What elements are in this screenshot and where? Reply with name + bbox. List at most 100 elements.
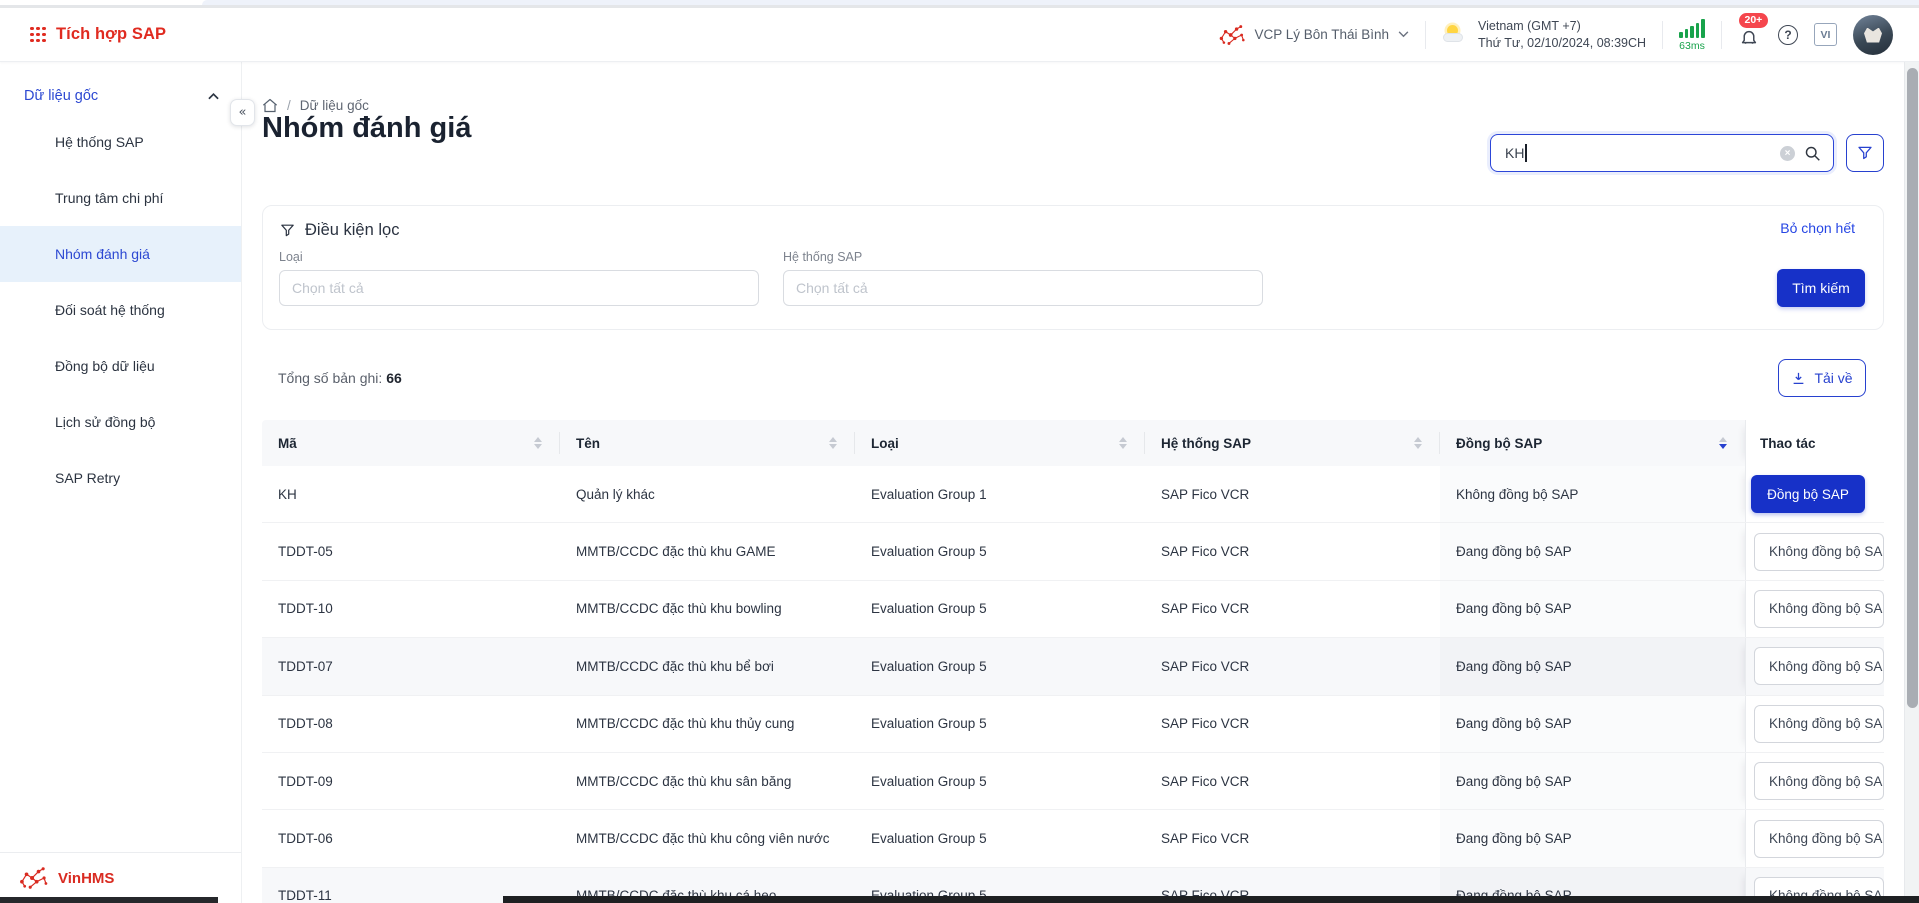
filter-field-he-thong-sap: Hệ thống SAP Chọn tất cả [783,250,1263,306]
signal-bars-icon [1679,18,1705,38]
cell-ma: TDDT-08 [262,696,560,752]
filter-panel: Điều kiện lọc Bỏ chọn hết Loại Chọn tất … [262,205,1884,330]
sidebar-footer: VinHMS [0,852,241,903]
sort-icon[interactable] [534,437,542,450]
sort-icon[interactable] [1119,437,1127,450]
no-sync-sap-button[interactable]: Không đồng bộ SAP [1754,647,1884,685]
sidebar-item-nhom-danh-gia[interactable]: Nhóm đánh giá [0,226,241,282]
filter-toggle-button[interactable] [1846,134,1884,172]
locale-block: Vietnam (GMT +7) Thứ Tư, 02/10/2024, 08:… [1442,18,1646,52]
column-header-ten[interactable]: Tên [560,420,855,466]
cell-ma: TDDT-09 [262,753,560,809]
table-row: TDDT-09MMTB/CCDC đặc thù khu sân băngEva… [262,753,1884,810]
timezone-label: Vietnam (GMT +7) [1478,18,1646,35]
cell-thao-tac: Không đồng bộ SAP [1745,581,1884,637]
datetime-label: Thứ Tư, 02/10/2024, 08:39CH [1478,35,1646,52]
user-avatar[interactable] [1853,15,1893,55]
horizontal-scrollbar-thumb[interactable] [503,896,1919,903]
no-sync-sap-button[interactable]: Không đồng bộ SAP [1754,820,1884,858]
cell-ma: TDDT-06 [262,810,560,866]
loai-select[interactable]: Chọn tất cả [279,270,759,306]
table-row: TDDT-07MMTB/CCDC đặc thù khu bể bơiEvalu… [262,638,1884,695]
submit-search-button[interactable]: Tìm kiếm [1777,269,1865,307]
no-sync-sap-button[interactable]: Không đồng bộ SAP [1754,533,1884,571]
cell-ten: MMTB/CCDC đặc thù khu bowling [560,581,855,637]
sidebar-group-du-lieu-goc[interactable]: Dữ liệu gốc [0,62,241,114]
cell-loai: Evaluation Group 5 [855,753,1145,809]
clear-search-icon[interactable]: × [1780,146,1795,161]
cell-ten: MMTB/CCDC đặc thù khu GAME [560,523,855,579]
column-header-dong-bo-sap[interactable]: Đồng bộ SAP [1440,420,1745,466]
cell-dong-bo-sap: Đang đồng bộ SAP [1440,581,1745,637]
cell-dong-bo-sap: Đang đồng bộ SAP [1440,753,1745,809]
help-button[interactable]: ? [1778,25,1798,45]
sidebar-collapse-button[interactable]: « [230,99,255,126]
cell-ma: TDDT-10 [262,581,560,637]
total-records-value: 66 [386,370,402,386]
text-caret [1525,144,1526,162]
header-divider [1721,21,1722,49]
field-label: Hệ thống SAP [783,250,1263,264]
sidebar-item-dong-bo-du-lieu[interactable]: Đồng bộ dữ liệu [0,338,241,394]
search-input[interactable]: KH × [1490,134,1834,172]
main-content: / Dữ liệu gốc Nhóm đánh giá KH × [242,62,1904,903]
avatar-image [1864,28,1882,43]
select-placeholder: Chọn tất cả [796,280,868,296]
cell-he-thong-sap: SAP Fico VCR [1145,753,1440,809]
sidebar-item-lich-su-dong-bo[interactable]: Lịch sử đồng bộ [0,394,241,450]
sync-sap-button[interactable]: Đồng bộ SAP [1751,475,1865,513]
vinhms-brand-label: VinHMS [58,870,114,887]
column-header-he-thong-sap[interactable]: Hệ thống SAP [1145,420,1440,466]
latency-value: 63ms [1679,40,1705,52]
sidebar-item-doi-soat-he-thong[interactable]: Đối soát hệ thống [0,282,241,338]
page-title: Nhóm đánh giá [262,112,471,145]
table-row: TDDT-08MMTB/CCDC đặc thù khu thủy cungEv… [262,696,1884,753]
column-header-thao-tac: Thao tác [1745,420,1884,466]
sort-icon[interactable] [1414,437,1422,450]
clear-all-link[interactable]: Bỏ chọn hết [1780,220,1855,236]
cell-he-thong-sap: SAP Fico VCR [1145,638,1440,694]
column-header-loai[interactable]: Loại [855,420,1145,466]
total-records-label: Tổng số bản ghi: 66 [278,370,402,386]
header-divider [1662,21,1663,49]
no-sync-sap-button[interactable]: Không đồng bộ SAP [1754,762,1884,800]
help-glyph: ? [1784,28,1791,42]
no-sync-sap-button[interactable]: Không đồng bộ SAP [1754,705,1884,743]
screen: Tích hợp SAP VCP Lý Bôn Thái Bình [0,0,1919,903]
sort-icon-desc-active[interactable] [1719,437,1727,450]
vertical-scrollbar[interactable] [1904,62,1919,903]
download-button[interactable]: Tải về [1778,359,1866,397]
filter-field-loai: Loại Chọn tất cả [279,250,759,306]
cell-ma: TDDT-07 [262,638,560,694]
org-name: VCP Lý Bôn Thái Bình [1254,27,1389,42]
sidebar-item-sap-retry[interactable]: SAP Retry [0,450,241,506]
notification-badge: 20+ [1739,13,1768,29]
sidebar-item-trung-tam-chi-phi[interactable]: Trung tâm chi phí [0,170,241,226]
sidebar-item-he-thong-sap[interactable]: Hệ thống SAP [0,114,241,170]
app-logo[interactable]: Tích hợp SAP [30,25,166,44]
cell-thao-tac: Không đồng bộ SAP [1745,696,1884,752]
notifications-button[interactable]: 20+ [1738,22,1762,48]
cell-dong-bo-sap: Đang đồng bộ SAP [1440,810,1745,866]
org-selector[interactable]: VCP Lý Bôn Thái Bình [1218,24,1409,46]
search-icon[interactable] [1804,145,1821,162]
field-label: Loại [279,250,759,264]
he-thong-sap-select[interactable]: Chọn tất cả [783,270,1263,306]
breadcrumb: / Dữ liệu gốc [262,98,369,113]
scrollbar-thumb[interactable] [1907,68,1918,708]
cell-ten: MMTB/CCDC đặc thù khu công viên nước [560,810,855,866]
language-switcher[interactable]: VI [1814,23,1837,46]
collapse-icon: « [239,105,247,120]
column-header-ma[interactable]: Mã [262,420,560,466]
cell-dong-bo-sap: Đang đồng bộ SAP [1440,638,1745,694]
home-icon[interactable] [262,98,278,113]
no-sync-sap-button[interactable]: Không đồng bộ SAP [1754,590,1884,628]
funnel-icon [279,222,296,239]
sort-icon[interactable] [829,437,837,450]
bell-icon [1738,27,1760,51]
header-divider [1425,21,1426,49]
breadcrumb-current[interactable]: Dữ liệu gốc [300,98,369,113]
cell-thao-tac: Không đồng bộ SAP [1745,810,1884,866]
search-value: KH [1505,145,1524,161]
select-placeholder: Chọn tất cả [292,280,364,296]
